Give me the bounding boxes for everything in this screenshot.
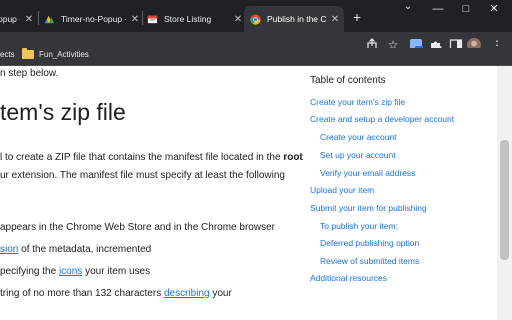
- toc-item-setup-account[interactable]: Set up your account: [320, 150, 396, 160]
- toc-item-developer-account[interactable]: Create and setup a developer account: [310, 114, 454, 124]
- close-tab-icon[interactable]: ✕: [233, 14, 243, 25]
- new-tab-button[interactable]: +: [347, 8, 367, 26]
- bookmarks-bar: ects Fun_Activities: [0, 48, 512, 66]
- page-content: n step below. tem's zip file l to create…: [0, 66, 497, 320]
- close-tab-icon[interactable]: ✕: [330, 14, 340, 25]
- bookmark-label: Fun_Activities: [39, 50, 89, 59]
- list-item: appears in the Chrome Web Store and in t…: [0, 222, 275, 233]
- tab-2[interactable]: Timer-no-Popup - ( ✕: [44, 6, 140, 32]
- tab-title: Publish in the Chro: [267, 14, 326, 24]
- toc-item-deferred[interactable]: Deferred publishing option: [320, 238, 419, 248]
- close-tab-icon[interactable]: ✕: [24, 14, 34, 25]
- tab-active[interactable]: Publish in the Chro ✕: [244, 6, 344, 32]
- toc-item-publish[interactable]: To publish your item:: [320, 221, 398, 231]
- store-listing-icon: [147, 15, 158, 23]
- tab-strip: opup - ( ✕ Timer-no-Popup - ( ✕ Store Li…: [0, 0, 512, 32]
- close-window-button[interactable]: ✕: [480, 0, 508, 20]
- text-span: pecifying the: [0, 266, 59, 277]
- bold-text: root: [283, 152, 303, 163]
- toc-item-verify-email[interactable]: Verify your email address: [320, 168, 415, 178]
- text-span: tring of no more than 132 characters: [0, 288, 164, 299]
- text-span: your item uses: [82, 266, 151, 277]
- tab-separator: [142, 11, 143, 25]
- tab-title: Timer-no-Popup - (: [61, 14, 126, 24]
- section-heading: tem's zip file: [0, 99, 126, 125]
- maximize-button[interactable]: □: [452, 0, 480, 20]
- toc-item-review[interactable]: Review of submitted items: [320, 256, 419, 266]
- tab-3[interactable]: Store Listing ✕: [147, 6, 243, 32]
- icons-link[interactable]: icons: [59, 266, 82, 277]
- bookmark-item[interactable]: ects: [0, 50, 15, 59]
- describing-link[interactable]: describing: [164, 288, 210, 299]
- version-link[interactable]: sion: [0, 244, 18, 255]
- toc-item-additional[interactable]: Additional resources: [310, 273, 387, 283]
- tab-title: opup - (: [0, 14, 20, 24]
- toc-item-upload[interactable]: Upload your item: [310, 185, 374, 195]
- bookmark-folder-fun-activities[interactable]: Fun_Activities: [22, 48, 89, 59]
- body-text: l to create a ZIP file that contains the…: [0, 152, 303, 163]
- tab-title: Store Listing: [164, 14, 212, 24]
- list-item: tring of no more than 132 characters des…: [0, 288, 232, 299]
- body-text: n step below.: [0, 68, 59, 79]
- bookmark-label: ects: [0, 50, 15, 59]
- text-span: l to create a ZIP file that contains the…: [0, 152, 284, 163]
- text-span: your: [209, 288, 232, 299]
- scrollbar-thumb[interactable]: [500, 140, 509, 260]
- toc-item-create-account[interactable]: Create your account: [320, 132, 397, 142]
- scrollbar[interactable]: [497, 66, 512, 320]
- close-tab-icon[interactable]: ✕: [130, 14, 140, 25]
- chrome-webstore-icon: [44, 15, 55, 23]
- tab-separator: [38, 11, 39, 25]
- tab-1[interactable]: opup - ( ✕: [0, 6, 34, 32]
- folder-icon: [22, 48, 34, 59]
- tab-search-chevron-icon[interactable]: ⌄: [394, 0, 422, 18]
- body-text: ur extension. The manifest file must spe…: [0, 170, 285, 181]
- toc-item-create-zip[interactable]: Create your item's zip file: [310, 97, 405, 107]
- minimize-button[interactable]: —: [424, 0, 452, 20]
- text-span: of the metadata, incremented: [18, 244, 152, 255]
- toc-item-submit[interactable]: Submit your item for publishing: [310, 203, 427, 213]
- list-item: sion of the metadata, incremented: [0, 244, 151, 255]
- list-item: pecifying the icons your item uses: [0, 266, 150, 277]
- chrome-icon: [250, 13, 261, 25]
- toc-title: Table of contents: [310, 75, 386, 86]
